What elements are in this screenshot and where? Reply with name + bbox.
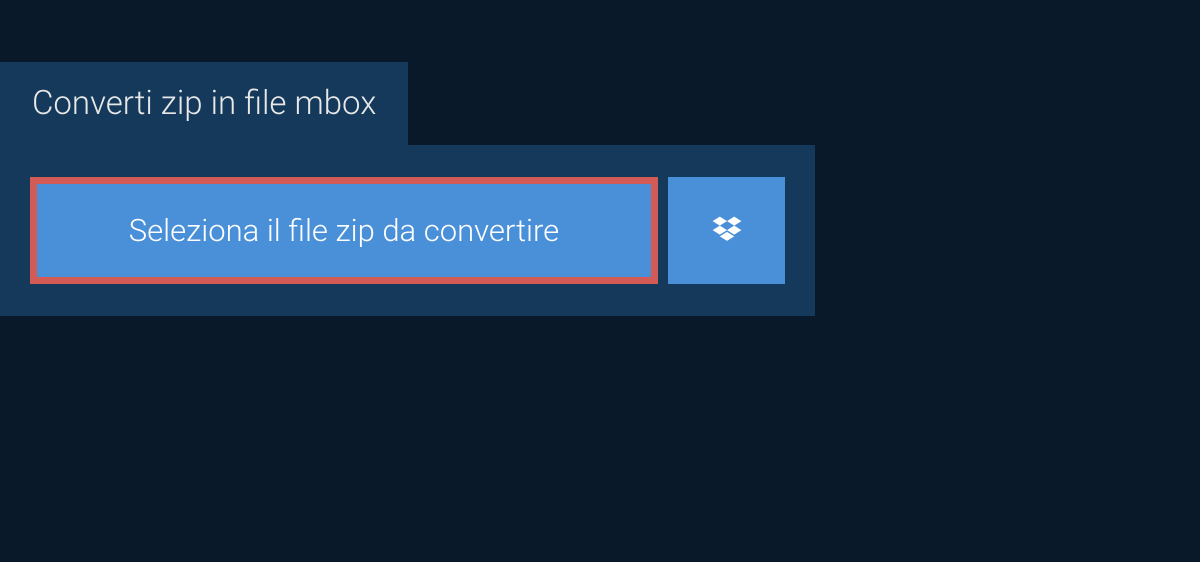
- button-row: Seleziona il file zip da convertire: [30, 177, 785, 284]
- dropbox-button[interactable]: [668, 177, 785, 284]
- select-file-button[interactable]: Seleziona il file zip da convertire: [30, 177, 658, 284]
- tab-convert[interactable]: Converti zip in file mbox: [0, 62, 408, 145]
- tab-label: Converti zip in file mbox: [32, 84, 376, 123]
- tab-container: Converti zip in file mbox Seleziona il f…: [0, 62, 1200, 316]
- dropbox-icon: [709, 213, 745, 249]
- conversion-panel: Seleziona il file zip da convertire: [0, 145, 815, 316]
- select-file-label: Seleziona il file zip da convertire: [129, 212, 559, 249]
